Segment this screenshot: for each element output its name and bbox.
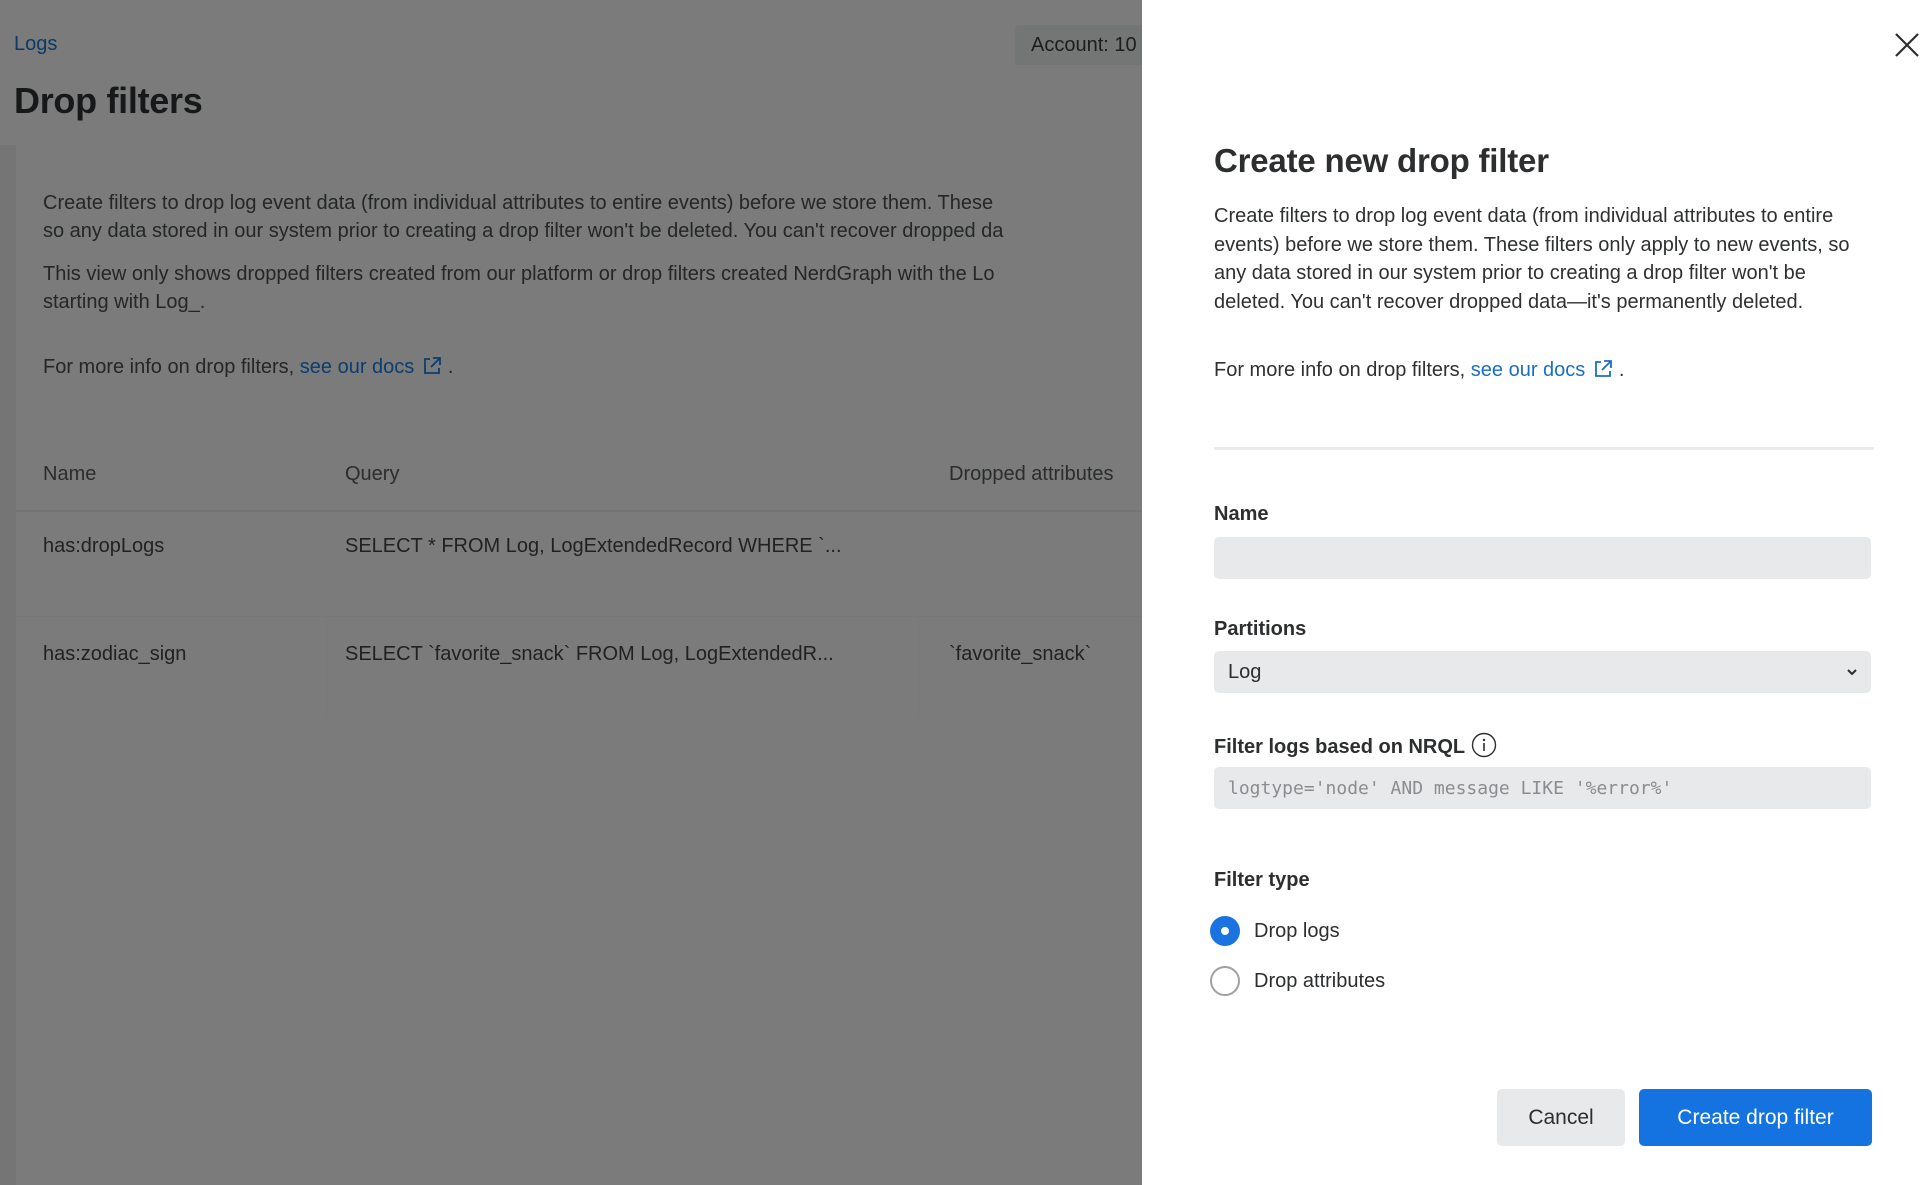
panel-title: Create new drop filter (1214, 142, 1549, 179)
radio-label: Drop attributes (1254, 969, 1386, 992)
nrql-label: Filter logs based on NRQL (1214, 732, 1497, 759)
cell-dropped-attributes: `favorite_snack` (949, 643, 1092, 665)
column-separator (918, 617, 919, 717)
radio-drop-attributes[interactable]: Drop attributes (1210, 966, 1385, 996)
chevron-down-icon (1847, 669, 1857, 676)
docs-link-label: see our docs (1470, 359, 1586, 381)
docs-link[interactable]: see our docs (300, 356, 443, 378)
left-nav-strip (0, 145, 16, 1185)
column-header-query[interactable]: Query (345, 463, 399, 486)
filter-type-label: Filter type (1214, 869, 1310, 891)
docs-prefix: For more info on drop filters, (43, 356, 295, 378)
close-icon (1895, 33, 1919, 57)
note-line: This view only shows dropped filters cre… (43, 263, 995, 285)
column-header-dropped-attributes[interactable]: Dropped attributes (949, 463, 1114, 486)
external-link-icon (1595, 360, 1613, 377)
description-line: Create filters to drop log event data (f… (43, 192, 994, 214)
nrql-label-text: Filter logs based on NRQL (1214, 736, 1466, 758)
cell-query: SELECT * FROM Log, LogExtendedRecord WHE… (345, 535, 842, 557)
name-input[interactable] (1214, 537, 1871, 579)
panel-divider (1214, 447, 1874, 450)
description-line: so any data stored in our system prior t… (43, 220, 1004, 242)
page-note: This view only shows dropped filters cre… (43, 260, 995, 316)
docs-suffix: . (447, 356, 454, 378)
row-divider (16, 616, 1142, 617)
partitions-selected-value: Log (1228, 661, 1262, 683)
docs-link[interactable]: see our docs (1471, 359, 1614, 381)
partitions-label: Partitions (1214, 618, 1307, 640)
page-description: Create filters to drop log event data (f… (43, 189, 1003, 245)
cell-name: has:dropLogs (43, 535, 165, 557)
cell-name: has:zodiac_sign (43, 643, 187, 665)
column-separator (326, 617, 327, 717)
column-header-name[interactable]: Name (43, 463, 96, 486)
external-link-icon (424, 357, 442, 374)
docs-line: For more info on drop filters, see our d… (43, 353, 453, 381)
create-drop-filter-button[interactable]: Create drop filter (1639, 1089, 1872, 1146)
cell-query: SELECT `favorite_snack` FROM Log, LogExt… (345, 643, 834, 665)
docs-suffix: . (1618, 359, 1625, 381)
name-label: Name (1214, 503, 1269, 525)
page-title: Drop filters (14, 80, 203, 121)
info-icon[interactable] (1471, 732, 1497, 758)
radio-checked-icon[interactable] (1210, 916, 1240, 946)
nrql-input[interactable] (1214, 767, 1871, 809)
radio-drop-logs[interactable]: Drop logs (1210, 916, 1340, 946)
radio-label: Drop logs (1254, 919, 1340, 942)
panel-docs-line: For more info on drop filters, see our d… (1214, 359, 1624, 382)
docs-prefix: For more info on drop filters, (1214, 359, 1466, 381)
background-page: Logs Drop filters Account: 10 Create fil… (0, 0, 1155, 1185)
panel-description: Create filters to drop log event data (f… (1214, 205, 1850, 313)
radio-unchecked-icon[interactable] (1210, 966, 1240, 996)
partitions-select[interactable]: Log (1214, 651, 1871, 693)
close-button[interactable] (1890, 28, 1920, 62)
breadcrumb-logs[interactable]: Logs (14, 33, 57, 56)
note-line: starting with Log_. (43, 291, 206, 313)
docs-link-label: see our docs (299, 356, 415, 378)
cancel-button[interactable]: Cancel (1497, 1089, 1625, 1146)
table-header-divider (16, 510, 1142, 512)
account-selector[interactable]: Account: 10 (1015, 25, 1155, 65)
